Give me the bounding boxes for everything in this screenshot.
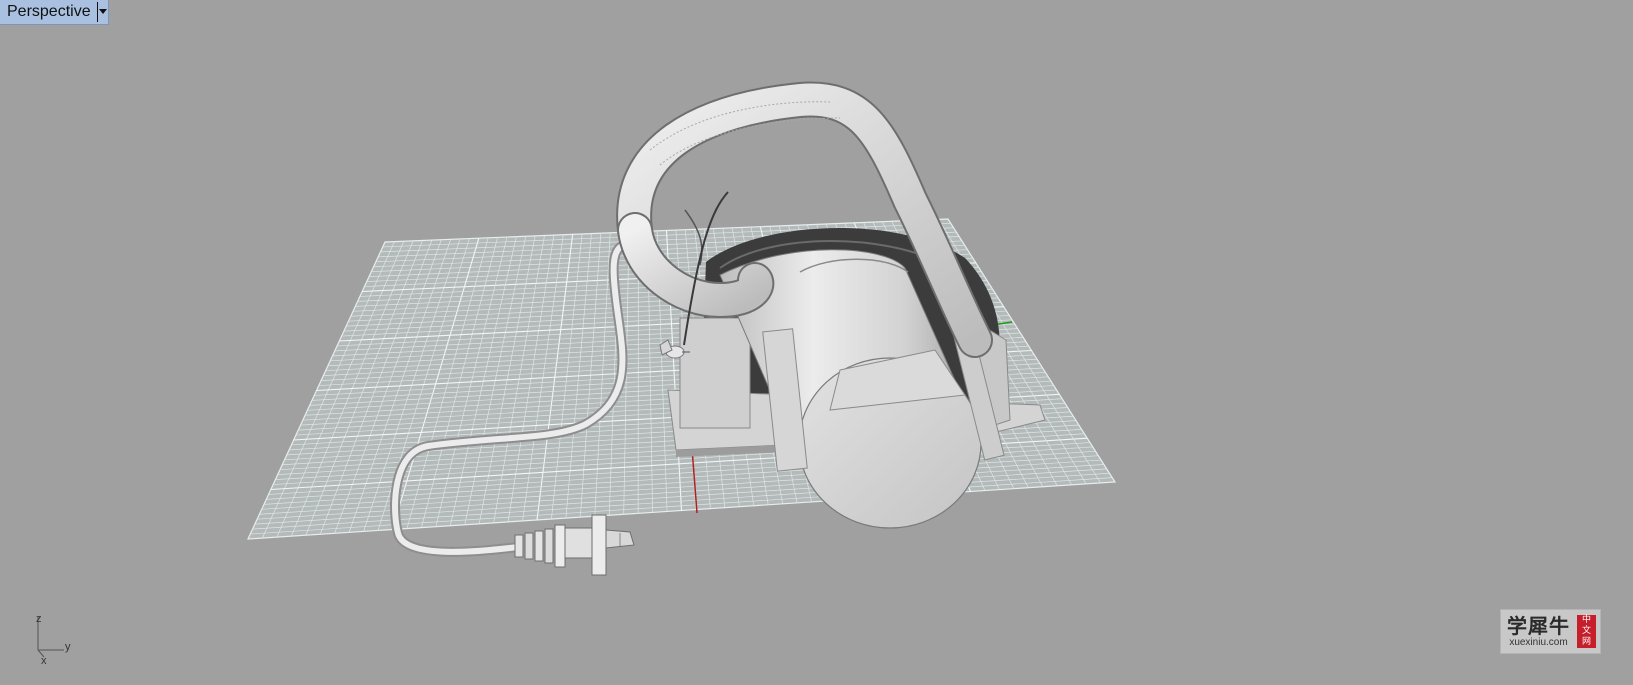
watermark-seal-char: 中 [1581, 615, 1591, 625]
axis-label-x: x [41, 655, 47, 667]
perspective-viewport[interactable]: z y x Perspective 学犀牛 xuexiniu.com 中 文 网 [0, 0, 1633, 685]
watermark-main: 学犀牛 [1507, 613, 1570, 638]
world-axis-widget: z y x [36, 613, 71, 667]
watermark-seal-char: 网 [1581, 637, 1591, 647]
viewport-title-tab[interactable]: Perspective [0, 0, 109, 25]
power-plug [514, 514, 635, 576]
viewport-name-label[interactable]: Perspective [0, 0, 97, 24]
watermark-sub: xuexiniu.com [1509, 636, 1568, 648]
axis-label-y: y [65, 641, 71, 653]
viewport-menu-dropdown[interactable] [96, 2, 108, 22]
watermark-seal: 中 文 网 [1577, 615, 1596, 648]
watermark-text: 学犀牛 xuexiniu.com [1507, 615, 1570, 649]
chevron-down-icon [98, 9, 107, 14]
axis-label-z: z [36, 613, 42, 625]
viewport-scene[interactable]: z y x [0, 0, 1633, 685]
watermark-seal-char: 文 [1581, 626, 1591, 636]
watermark-logo: 学犀牛 xuexiniu.com 中 文 网 [1500, 609, 1601, 654]
